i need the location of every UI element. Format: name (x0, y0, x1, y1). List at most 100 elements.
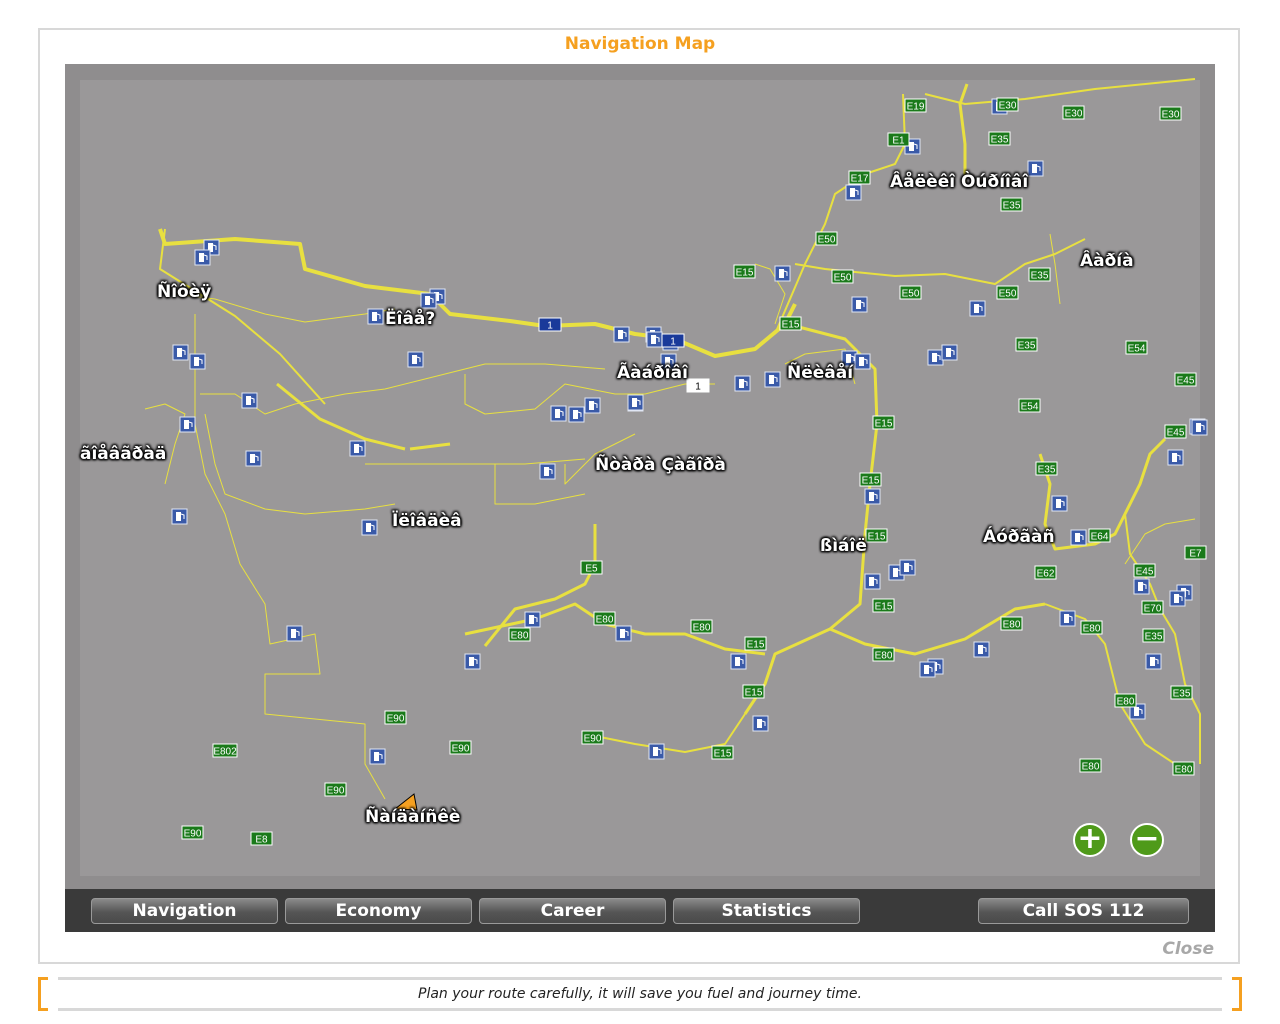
city-label: ãîåâãðàä (80, 444, 167, 464)
fuel-station-icon[interactable] (1169, 590, 1186, 607)
road-shield: E80 (593, 611, 616, 626)
fuel-station-icon[interactable] (524, 611, 541, 628)
fuel-station-icon[interactable] (648, 743, 665, 760)
fuel-station-icon[interactable] (550, 405, 567, 422)
fuel-station-icon[interactable] (1059, 610, 1076, 627)
road-shield: E54 (1125, 340, 1148, 355)
fuel-station-icon[interactable] (1051, 495, 1068, 512)
fuel-station-icon[interactable] (369, 748, 386, 765)
fuel-station-icon[interactable] (919, 661, 936, 678)
road-shield: 1 (538, 317, 562, 332)
road-shield: E90 (449, 740, 472, 755)
fuel-station-icon[interactable] (864, 573, 881, 590)
svg-text:E54: E54 (1128, 344, 1146, 355)
fuel-station-icon[interactable] (854, 353, 871, 370)
road-shield: E54 (1018, 398, 1041, 413)
road-shield: E35 (1142, 628, 1165, 643)
fuel-station-icon[interactable] (245, 450, 262, 467)
tab-navigation[interactable]: Navigation (91, 898, 278, 924)
fuel-station-icon[interactable] (851, 296, 868, 313)
fuel-station-icon[interactable] (1145, 653, 1162, 670)
fuel-station-icon[interactable] (1027, 160, 1044, 177)
fuel-station-icon[interactable] (899, 559, 916, 576)
fuel-station-icon[interactable] (927, 349, 944, 366)
navigation-map[interactable]: E19 E30 E30 E30 E1 E35 E17 E35 E50 E15 E50 E50 E50 E3… (65, 64, 1215, 889)
svg-text:E8: E8 (255, 835, 268, 846)
fuel-station-icon[interactable] (568, 406, 585, 423)
fuel-station-icon[interactable] (367, 308, 384, 325)
fuel-station-icon[interactable] (171, 508, 188, 525)
fuel-station-icon[interactable] (241, 392, 258, 409)
fuel-station-icon[interactable] (734, 375, 751, 392)
fuel-station-icon[interactable] (864, 488, 881, 505)
svg-text:E17: E17 (851, 174, 869, 185)
svg-text:E62: E62 (1037, 569, 1055, 580)
city-label: ßìáîë (820, 536, 867, 556)
fuel-station-icon[interactable] (189, 353, 206, 370)
svg-text:E80: E80 (1117, 697, 1135, 708)
fuel-station-icon[interactable] (969, 300, 986, 317)
fuel-station-icon[interactable] (464, 653, 481, 670)
fuel-station-icon[interactable] (407, 351, 424, 368)
svg-text:E35: E35 (991, 135, 1009, 146)
fuel-station-icon[interactable] (973, 641, 990, 658)
tab-statistics[interactable]: Statistics (673, 898, 860, 924)
fuel-station-icon[interactable] (420, 292, 437, 309)
svg-text:E90: E90 (452, 744, 470, 755)
fuel-station-icon[interactable] (539, 463, 556, 480)
fuel-station-icon[interactable] (194, 249, 211, 266)
fuel-station-icon[interactable] (774, 265, 791, 282)
fuel-station-icon[interactable] (1070, 529, 1087, 546)
bracket-left (38, 977, 48, 1011)
svg-text:E5: E5 (585, 564, 598, 575)
zoom-out-button[interactable]: − (1130, 823, 1164, 857)
road-shield: E80 (1172, 761, 1195, 776)
fuel-station-icon[interactable] (1133, 578, 1150, 595)
svg-text:E30: E30 (999, 101, 1017, 112)
svg-text:E45: E45 (1136, 567, 1154, 578)
road-shield: E80 (1114, 693, 1137, 708)
tab-economy[interactable]: Economy (285, 898, 472, 924)
svg-text:E80: E80 (511, 631, 529, 642)
fuel-station-icon[interactable] (646, 331, 663, 348)
road-shield: E50 (815, 231, 838, 246)
fuel-station-icon[interactable] (172, 344, 189, 361)
road-shield: E35 (988, 131, 1011, 146)
city-label: Áóðãàñ (983, 527, 1055, 547)
svg-text:E30: E30 (1162, 110, 1180, 121)
plus-icon: + (1077, 821, 1103, 856)
fuel-station-icon[interactable] (627, 394, 644, 411)
svg-text:E80: E80 (1003, 620, 1021, 631)
city-label: Ïëîâäèâ (392, 511, 462, 531)
city-label: Âåëèêî Òúðíîâî (890, 172, 1029, 192)
city-label: Ëîâå? (385, 309, 436, 329)
fuel-station-icon[interactable] (584, 397, 601, 414)
fuel-station-icon[interactable] (764, 371, 781, 388)
road-shield: E802 (212, 743, 238, 758)
svg-text:E50: E50 (902, 289, 920, 300)
fuel-station-icon[interactable] (613, 326, 630, 343)
zoom-in-button[interactable]: + (1073, 823, 1107, 857)
fuel-station-icon[interactable] (730, 653, 747, 670)
road-shield: E45 (1164, 424, 1187, 439)
fuel-station-icon[interactable] (752, 715, 769, 732)
fuel-station-icon[interactable] (361, 519, 378, 536)
fuel-station-icon[interactable] (845, 184, 862, 201)
fuel-station-icon[interactable] (615, 625, 632, 642)
fuel-station-icon[interactable] (941, 344, 958, 361)
road-shield: E17 (848, 170, 871, 185)
fuel-station-icon[interactable] (1167, 449, 1184, 466)
svg-text:E1: E1 (892, 136, 905, 147)
fuel-station-icon[interactable] (286, 625, 303, 642)
call-sos-button[interactable]: Call SOS 112 (978, 898, 1189, 924)
road-shield: E50 (831, 269, 854, 284)
svg-text:E45: E45 (1167, 428, 1185, 439)
fuel-station-icon[interactable] (1191, 419, 1208, 436)
fuel-station-icon[interactable] (349, 440, 366, 457)
tab-career[interactable]: Career (479, 898, 666, 924)
fuel-station-icon[interactable] (179, 416, 196, 433)
road-shield: E80 (508, 627, 531, 642)
close-button[interactable]: Close (1162, 939, 1214, 959)
road-shield: E30 (1062, 105, 1085, 120)
svg-text:E90: E90 (327, 786, 345, 797)
